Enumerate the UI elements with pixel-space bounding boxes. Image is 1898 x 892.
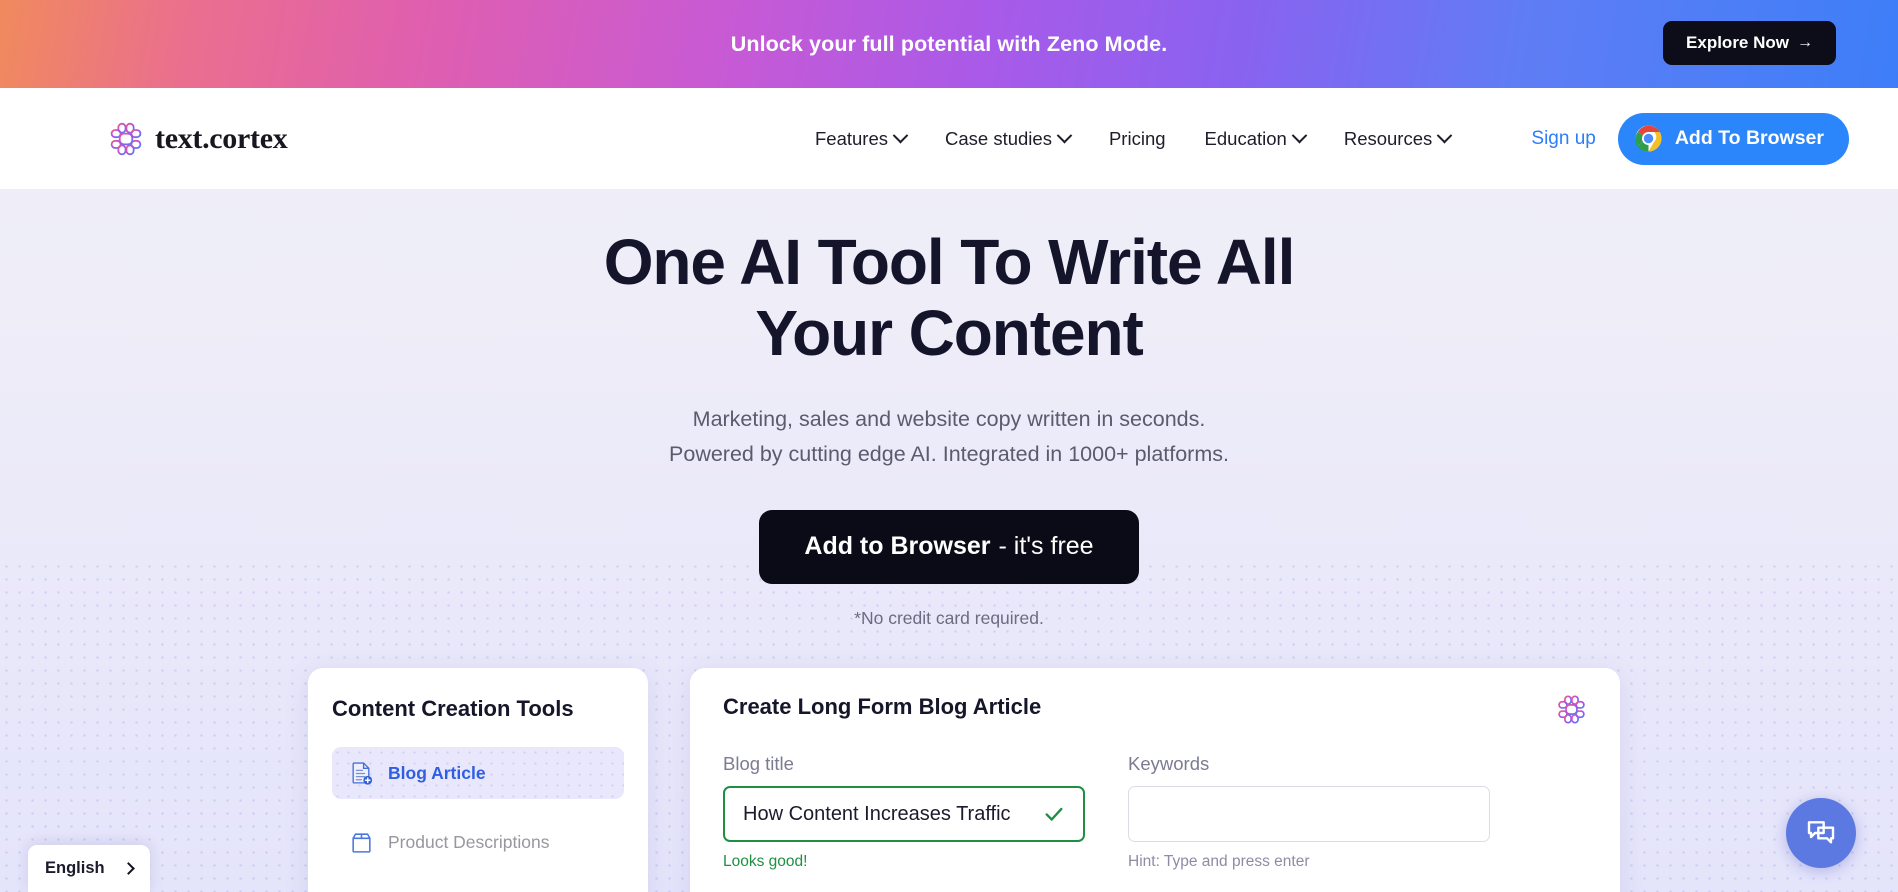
brand-name: text.cortex — [155, 121, 288, 155]
blog-title-value: How Content Increases Traffic — [743, 802, 1011, 825]
hero-title-line-2: Your Content — [755, 297, 1143, 370]
arrow-right-icon: → — [1797, 34, 1813, 51]
nav-item-education-label: Education — [1204, 127, 1287, 149]
language-selector-label: English — [45, 859, 105, 877]
explore-now-button[interactable]: Explore Now → — [1663, 21, 1836, 65]
document-icon — [352, 761, 373, 785]
chevron-down-icon — [1436, 127, 1453, 144]
add-to-browser-nav-button[interactable]: Add To Browser — [1617, 112, 1849, 165]
hero-subtitle-line-2: Powered by cutting edge AI. Integrated i… — [669, 441, 1229, 466]
nav-item-pricing-label: Pricing — [1108, 127, 1166, 149]
form-card-header: Create Long Form Blog Article — [723, 694, 1587, 725]
create-blog-article-card: Create Long Form Blog Article Blog title… — [690, 668, 1620, 892]
tool-item-product-descriptions[interactable]: Product Descriptions — [332, 816, 624, 868]
tools-card-title: Content Creation Tools — [332, 696, 574, 721]
form-card-title: Create Long Form Blog Article — [723, 694, 1042, 719]
nav-item-features-label: Features — [815, 127, 889, 149]
hero-subtitle: Marketing, sales and website copy writte… — [0, 402, 1898, 472]
nav-item-pricing[interactable]: Pricing — [1109, 128, 1166, 150]
chat-widget-button[interactable] — [1786, 798, 1856, 868]
tool-item-product-descriptions-label: Product Descriptions — [388, 831, 550, 852]
promo-banner: Unlock your full potential with Zeno Mod… — [0, 0, 1898, 88]
box-icon — [352, 832, 371, 853]
chevron-down-icon — [1056, 127, 1073, 144]
nav-item-case-studies-label: Case studies — [945, 127, 1052, 149]
product-demo-area: Content Creation Tools Blog Article Prod… — [0, 668, 1898, 892]
keywords-input[interactable] — [1128, 786, 1490, 842]
keywords-field-group: Keywords Hint: Type and press enter — [1128, 753, 1490, 871]
keywords-hint: Hint: Type and press enter — [1128, 853, 1310, 870]
chevron-down-icon — [892, 127, 909, 144]
page-title: One AI Tool To Write All Your Content — [0, 226, 1898, 370]
hero-section: One AI Tool To Write All Your Content Ma… — [0, 189, 1898, 629]
nav-actions: Sign up Add To Browser — [1531, 112, 1849, 165]
blog-title-input[interactable]: How Content Increases Traffic — [723, 786, 1085, 842]
nav-item-features[interactable]: Features — [815, 127, 909, 150]
cta-light-label: - it's free — [998, 532, 1094, 561]
keywords-label: Keywords — [1128, 753, 1210, 774]
add-to-browser-cta-button[interactable]: Add to Browser - it's free — [759, 509, 1139, 584]
blog-title-hint: Looks good! — [723, 853, 808, 870]
chat-bubbles-icon — [1807, 821, 1835, 844]
form-fields: Blog title How Content Increases Traffic… — [723, 753, 1587, 871]
cortex-flower-icon — [1558, 695, 1585, 724]
content-creation-tools-card: Content Creation Tools Blog Article Prod… — [308, 668, 648, 892]
chevron-down-icon — [1291, 127, 1308, 144]
chrome-icon — [1635, 125, 1662, 152]
explore-now-label: Explore Now — [1686, 33, 1789, 52]
nav-item-resources[interactable]: Resources — [1343, 127, 1453, 150]
hero-title-line-1: One AI Tool To Write All — [603, 226, 1296, 298]
check-icon — [1045, 807, 1063, 821]
promo-message: Unlock your full potential with Zeno Mod… — [730, 31, 1168, 56]
blog-title-field-group: Blog title How Content Increases Traffic… — [723, 753, 1085, 871]
add-to-browser-nav-label: Add To Browser — [1674, 127, 1824, 149]
sign-up-link[interactable]: Sign up — [1531, 128, 1595, 150]
nav-links: Features Case studies Pricing Education … — [815, 127, 1453, 150]
cortex-flower-icon — [110, 122, 142, 155]
nav-item-resources-label: Resources — [1343, 127, 1433, 149]
cta-bold-label: Add to Browser — [804, 532, 991, 561]
chevron-right-icon — [122, 862, 135, 875]
language-selector[interactable]: English — [28, 845, 150, 892]
brand-logo[interactable]: text.cortex — [108, 121, 288, 157]
tool-item-blog-article[interactable]: Blog Article — [332, 747, 624, 799]
tool-item-blog-article-label: Blog Article — [388, 762, 486, 783]
nav-item-case-studies[interactable]: Case studies — [945, 127, 1073, 150]
blog-title-label: Blog title — [723, 753, 794, 774]
cta-disclaimer: *No credit card required. — [854, 607, 1044, 628]
main-navbar: text.cortex Features Case studies Pricin… — [0, 88, 1898, 189]
nav-item-education[interactable]: Education — [1204, 127, 1308, 150]
hero-subtitle-line-1: Marketing, sales and website copy writte… — [692, 407, 1206, 432]
